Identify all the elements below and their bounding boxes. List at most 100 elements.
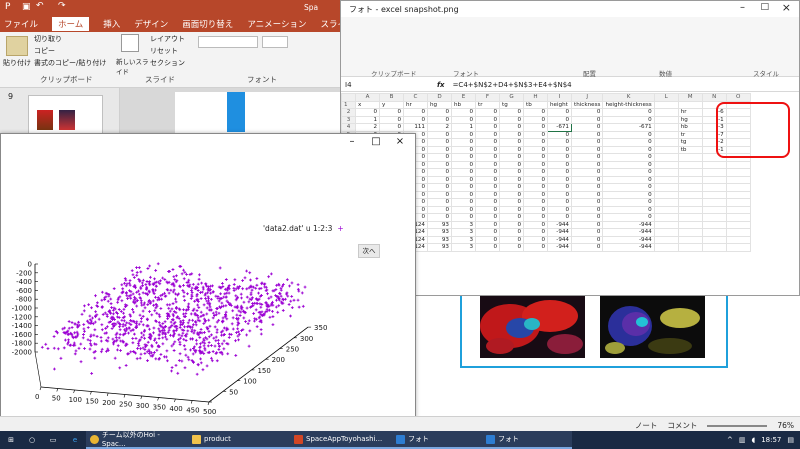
scatter-point [206,295,210,299]
excel-cell: 93 [427,220,452,229]
folder-icon [192,434,201,444]
excel-cell: 0 [523,183,548,192]
copy-button[interactable]: コピー [34,46,55,56]
excel-cell: tr [475,100,500,109]
edge-icon[interactable]: e [64,431,86,449]
excel-cell: 0 [570,123,604,132]
maximize-icon[interactable]: □ [760,2,769,12]
scatter-point [174,297,177,301]
notes-button[interactable]: ノート [635,420,658,431]
paste-button[interactable]: 貼り付け [3,58,31,68]
tab-file[interactable]: ファイル [4,18,38,30]
next-button[interactable]: 次へ [358,244,380,258]
close-icon[interactable]: × [782,1,791,14]
tab-insert[interactable]: 挿入 [103,18,120,30]
y-tick-label: 150 [257,367,270,375]
scatter-point [208,305,212,309]
font-name-select[interactable] [198,36,258,48]
cut-button[interactable]: 切り取り [34,34,62,44]
excel-cell: 111 [403,123,428,132]
font-size-select[interactable] [262,36,288,48]
clock[interactable]: 18:57 [761,436,781,444]
scatter-point [122,319,126,323]
scatter-point [174,363,178,367]
scatter-point [214,310,218,314]
tab-home[interactable]: ホーム [52,17,90,31]
excel-col-header: J [570,93,604,102]
save-icon[interactable]: ▣ [22,2,31,12]
scatter-point [226,352,230,356]
redo-icon[interactable]: ↷ [58,1,66,11]
minimize-icon[interactable]: – [740,2,745,13]
taskbar-powerpoint[interactable]: SpaceAppToyohashi... [290,431,392,449]
excel-cell [653,100,679,109]
excel-col-header: L [653,93,679,102]
search-icon[interactable]: ○ [22,431,42,449]
tab-animations[interactable]: アニメーション [247,18,306,30]
task-view-icon[interactable]: ▭ [42,431,64,449]
start-icon[interactable]: ⊞ [0,431,22,449]
scatter-point [121,287,125,291]
scatter-point [289,299,293,303]
tray-up-icon[interactable]: ^ [727,436,733,444]
undo-icon[interactable]: ↶ [36,1,44,11]
scatter-point [199,310,203,314]
scatter-point [198,345,202,349]
format-painter-button[interactable]: 書式のコピー/貼り付け [34,58,106,68]
scatter-point [198,336,202,339]
scatter-point [150,313,154,317]
tab-design[interactable]: デザイン [134,18,168,30]
zoom-slider[interactable] [707,424,768,427]
excel-cell [677,175,703,184]
network-icon[interactable]: ▥ [739,436,746,444]
excel-col-header: N [701,93,727,102]
scatter-point [288,284,291,288]
excel-cell: 0 [602,130,655,139]
scatter-point [137,322,141,326]
reset-button[interactable]: リセット [150,46,178,56]
scatter-point [195,309,199,313]
taskbar-chrome[interactable]: チーム以外のHoi - Spac... [86,431,188,449]
excel-cell [653,130,679,139]
y-tick-label: 350 [314,324,327,332]
taskbar-explorer[interactable]: product [188,431,290,449]
scatter-point [157,337,161,340]
scatter-point [90,372,94,375]
layout-button[interactable]: レイアウト [150,34,185,44]
taskbar-photos-1[interactable]: フォト [392,431,482,449]
new-slide-button[interactable]: 新しいスライド [116,56,150,76]
scatter-point [139,352,143,356]
maximize-icon[interactable]: □ [369,136,383,148]
scatter-point [222,326,226,330]
scatter-point [143,352,147,355]
z-tick-label: -400 [16,278,32,286]
section-button[interactable]: セクション [150,58,185,68]
excel-cell: -944 [547,235,572,244]
scatter-point [163,320,167,324]
excel-cell: 0 [570,235,604,244]
scatter-point [186,321,190,325]
scatter-point [191,318,195,322]
excel-cell: 0 [499,228,524,237]
volume-icon[interactable]: ◖ [751,436,755,444]
minimize-icon[interactable]: – [345,136,359,148]
taskbar-photos-2[interactable]: フォト [482,431,572,449]
comments-button[interactable]: コメント [667,420,697,431]
gnuplot-window: – □ × 'data2.dat' u 1:2:3 + 次へ 0 50 100 150 2… [0,133,416,435]
excel-cell: 0 [427,183,452,192]
scatter-point [73,352,77,356]
scatter-point [140,317,143,320]
scatter-point [154,357,158,361]
excel-cell: 0 [523,213,548,222]
close-icon[interactable]: × [393,136,407,148]
notification-icon[interactable]: ▤ [787,436,794,444]
scatter-point [245,306,249,310]
new-slide-icon[interactable] [121,34,139,52]
scatter-point [105,331,109,335]
excel-cell: 0 [523,243,548,252]
scatter-point [255,277,259,280]
tab-transitions[interactable]: 画面切り替え [182,18,233,30]
excel-col-header: O [725,93,751,102]
paste-icon[interactable] [6,36,28,56]
scatter-point [199,357,202,361]
